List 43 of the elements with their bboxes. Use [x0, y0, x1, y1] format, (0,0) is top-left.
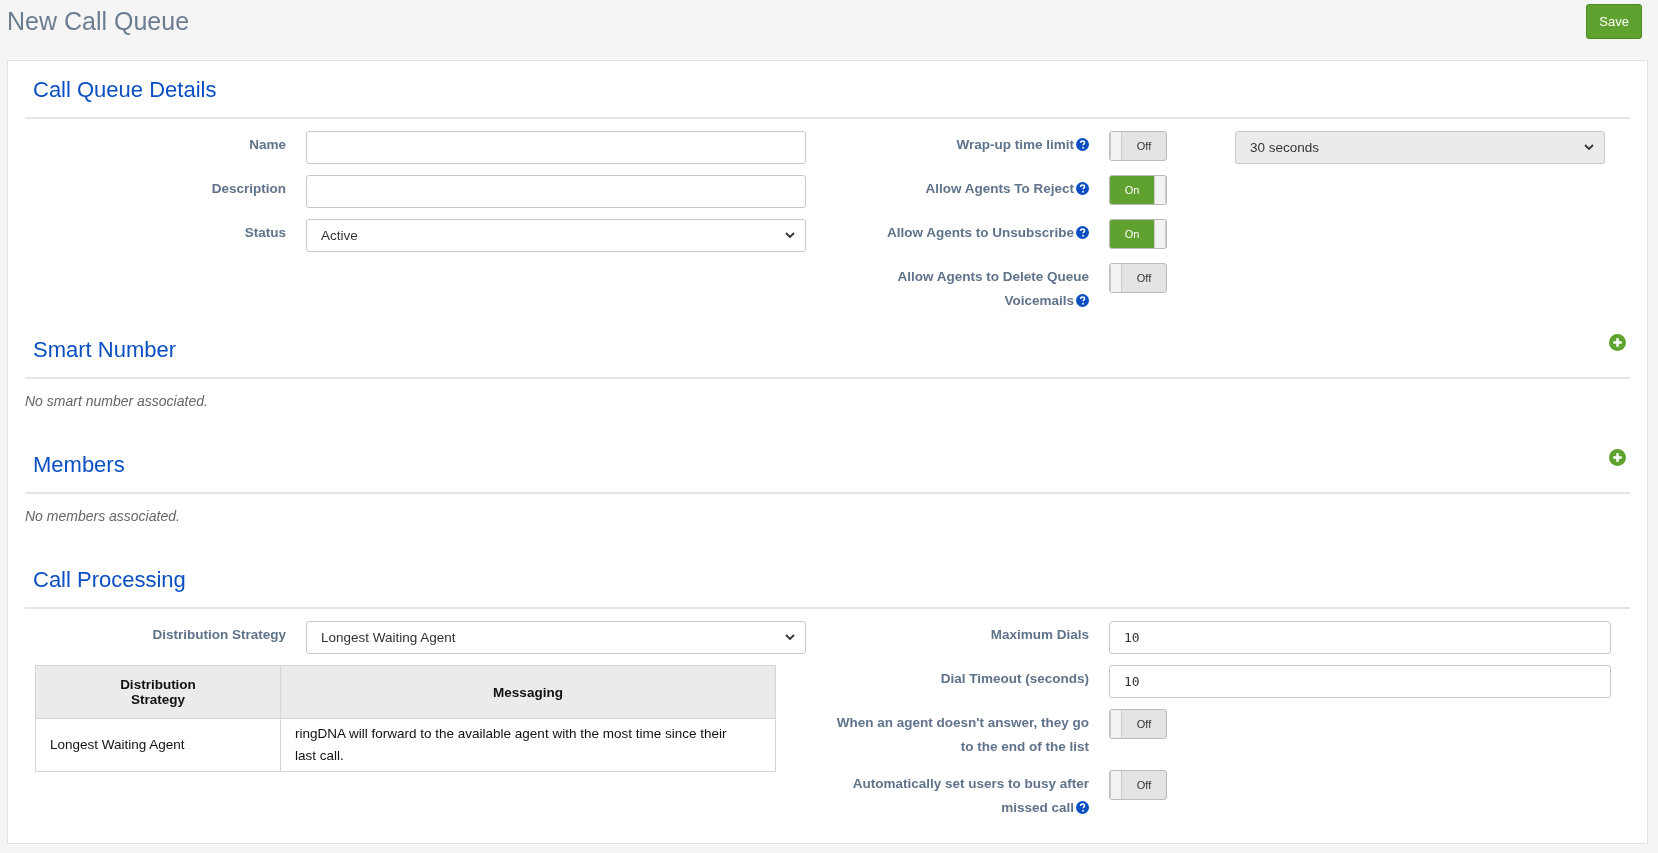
field-label: Description [210, 180, 286, 198]
text-field[interactable]: 10 [1109, 665, 1611, 698]
empty-message: No members associated. [25, 508, 181, 524]
field-label: Automatically set users to busy after missed call [851, 775, 1089, 817]
section-heading: Call Processing [33, 567, 186, 593]
field-label: Allow Agents to Delete Queue Voicemails [896, 268, 1089, 310]
caret-icon [1584, 144, 1594, 151]
toggle-switch[interactable]: Off [1109, 770, 1167, 800]
text-field[interactable] [306, 175, 806, 208]
page-title: New Call Queue [7, 6, 190, 36]
dropdown-select[interactable]: Longest Waiting Agent [306, 621, 806, 654]
add-icon[interactable] [1609, 334, 1626, 351]
toggle-switch[interactable]: Off [1109, 709, 1167, 739]
field-label: Dial Timeout (seconds) [939, 670, 1089, 688]
dropdown-select[interactable]: Active [306, 219, 806, 252]
field-label: Name [248, 136, 286, 154]
add-icon[interactable] [1609, 449, 1626, 466]
toggle-switch[interactable]: Off [1109, 263, 1167, 293]
field-label: When an agent doesn't answer, they go to the end of the list [835, 714, 1089, 756]
section-heading: Members [33, 452, 125, 478]
toggle-switch[interactable]: Off [1109, 131, 1167, 161]
help-icon[interactable] [1076, 138, 1089, 151]
empty-message: No smart number associated. [25, 393, 209, 409]
text-field[interactable] [306, 131, 806, 164]
field-label: Wrap-up time limit [828, 131, 1089, 157]
field-label: Allow Agents To Reject [828, 175, 1089, 201]
text-field[interactable]: 10 [1109, 621, 1611, 654]
field-label: Allow Agents to Unsubscribe [828, 219, 1089, 245]
help-icon[interactable] [1076, 294, 1089, 307]
table-cell: ringDNA will forward to the available agent with the most time since their last call. [280, 718, 776, 772]
section-heading: Smart Number [33, 337, 177, 363]
table-header: Messaging [280, 665, 776, 719]
table-header: Distribution Strategy [35, 665, 281, 719]
section-heading: Call Queue Details [33, 77, 217, 103]
field-label: Status [243, 224, 286, 242]
caret-icon [785, 232, 795, 239]
field-label: Maximum Dials [989, 626, 1089, 644]
table-cell: Longest Waiting Agent [35, 718, 281, 772]
help-icon[interactable] [1076, 182, 1089, 195]
help-icon[interactable] [1076, 226, 1089, 239]
field-label: Distribution Strategy [151, 626, 286, 644]
help-icon[interactable] [1076, 801, 1089, 814]
caret-icon [785, 634, 795, 641]
